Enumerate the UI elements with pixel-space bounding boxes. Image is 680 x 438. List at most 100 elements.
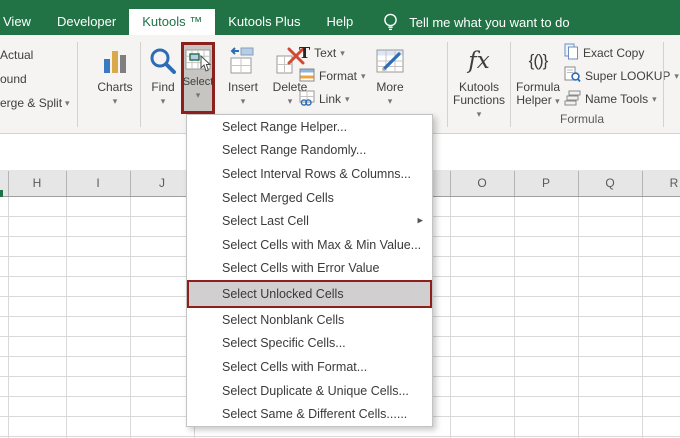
dropdown-arrow-icon: ▾ <box>195 90 201 100</box>
document-magnifier-icon <box>564 66 581 86</box>
tab-help[interactable]: Help <box>313 9 366 35</box>
menu-item-select-interval-rows-columns[interactable]: Select Interval Rows & Columns... <box>187 162 432 186</box>
exact-copy-button[interactable]: Exact Copy <box>564 43 644 63</box>
dropdown-arrow-icon: ▾ <box>112 96 118 106</box>
kutools-functions-label: Kutools Functions ▾ <box>452 80 506 119</box>
gridline <box>514 197 515 438</box>
column-header-p[interactable]: P <box>542 176 550 190</box>
tell-me-box[interactable]: Tell me what you want to do <box>382 9 570 35</box>
text-button[interactable]: T Text ▾ <box>299 43 345 63</box>
menu-item-select-range-randomly[interactable]: Select Range Randomly... <box>187 139 432 163</box>
column-header-q[interactable]: Q <box>605 176 614 190</box>
menu-item-select-range-helper[interactable]: Select Range Helper... <box>187 115 432 139</box>
menu-item-select-cells-with-format[interactable]: Select Cells with Format... <box>187 355 432 379</box>
dropdown-arrow-icon: ▾ <box>674 70 679 81</box>
clipped-left-group: Actual ound erge & Split ▾ <box>0 43 70 115</box>
clipped-item-actual[interactable]: Actual <box>0 43 70 67</box>
group-divider <box>140 42 141 127</box>
dropdown-arrow-icon: ▾ <box>240 96 246 106</box>
gridline <box>450 197 451 438</box>
link-button[interactable]: Link ▾ <box>299 89 350 109</box>
tell-me-label: Tell me what you want to do <box>409 14 570 30</box>
clipped-item-merge-split[interactable]: erge & Split ▾ <box>0 91 70 115</box>
kutools-functions-button[interactable]: fx Kutools Functions ▾ <box>450 42 508 130</box>
link-chain-icon <box>299 90 315 109</box>
menu-item-select-unlocked-cells[interactable]: Select Unlocked Cells <box>187 280 432 308</box>
tab-kutools-plus[interactable]: Kutools Plus <box>215 9 313 35</box>
fx-icon: fx <box>468 48 490 74</box>
menu-item-select-cells-max-min-value[interactable]: Select Cells with Max & Min Value... <box>187 233 432 257</box>
super-lookup-button[interactable]: Super LOOKUP ▾ <box>564 66 679 86</box>
select-cells-icon <box>185 46 212 76</box>
select-button[interactable]: Select ▾ <box>181 42 215 114</box>
charts-label: Charts <box>97 80 133 94</box>
dropdown-arrow-icon: ▾ <box>340 47 345 58</box>
gridline <box>642 197 643 438</box>
name-tools-button[interactable]: Name Tools ▾ <box>564 89 657 109</box>
link-label: Link <box>319 92 342 106</box>
tab-view[interactable]: View <box>0 9 44 35</box>
format-label: Format <box>319 69 358 83</box>
menu-item-select-cells-error-value[interactable]: Select Cells with Error Value <box>187 257 432 281</box>
column-divider <box>8 171 9 196</box>
dropdown-arrow-icon: ▾ <box>652 93 657 104</box>
dropdown-arrow-icon: ▾ <box>476 109 482 119</box>
column-divider <box>642 171 643 196</box>
column-header-i[interactable]: I <box>96 176 99 190</box>
dropdown-arrow-icon: ▾ <box>160 96 166 106</box>
group-divider <box>77 42 78 127</box>
bar-chart-icon <box>100 42 130 80</box>
more-pencil-icon <box>375 42 405 80</box>
gridline <box>66 197 67 438</box>
charts-button[interactable]: Charts ▾ <box>92 42 138 130</box>
column-divider <box>450 171 451 196</box>
group-divider <box>447 42 448 127</box>
select-dropdown-menu: Select Range Helper... Select Range Rand… <box>186 114 433 427</box>
menu-item-select-same-different-cells[interactable]: Select Same & Different Cells...... <box>187 402 432 426</box>
menu-item-select-specific-cells[interactable]: Select Specific Cells... <box>187 331 432 355</box>
insert-cells-icon <box>228 42 258 80</box>
menu-item-select-duplicate-unique-cells[interactable]: Select Duplicate & Unique Cells... <box>187 379 432 403</box>
super-lookup-label: Super LOOKUP <box>585 69 671 83</box>
dropdown-arrow-icon: ▾ <box>555 96 560 106</box>
dropdown-arrow-icon: ▾ <box>361 70 366 81</box>
clipped-item-round[interactable]: ound <box>0 67 70 91</box>
text-T-icon: T <box>299 43 311 62</box>
group-divider <box>510 42 511 127</box>
column-header-j[interactable]: J <box>159 176 165 190</box>
column-divider <box>130 171 131 196</box>
tab-kutools[interactable]: Kutools ™ <box>129 9 216 35</box>
column-divider <box>578 171 579 196</box>
stacked-tags-icon <box>564 90 581 109</box>
column-header-h[interactable]: H <box>33 176 42 190</box>
insert-label: Insert <box>227 80 258 94</box>
menu-item-select-last-cell[interactable]: Select Last Cell ▸ <box>187 209 432 233</box>
two-documents-icon <box>564 43 579 63</box>
group-divider <box>663 42 664 127</box>
formula-helper-label: Formula Helper ▾ <box>515 80 560 107</box>
formula-group-label: Formula <box>559 112 604 126</box>
dropdown-arrow-icon: ▾ <box>65 97 70 108</box>
column-header-o[interactable]: O <box>477 176 486 190</box>
format-button[interactable]: Format ▾ <box>299 66 366 86</box>
find-button[interactable]: Find ▾ <box>144 42 182 130</box>
more-label: More <box>376 80 404 94</box>
magnifier-icon <box>148 42 178 80</box>
tab-developer[interactable]: Developer <box>44 9 129 35</box>
gridline <box>578 197 579 438</box>
gridline <box>130 197 131 438</box>
gridline <box>8 197 9 438</box>
exact-copy-label: Exact Copy <box>583 46 645 60</box>
column-divider <box>66 171 67 196</box>
column-header-r[interactable]: R <box>670 176 679 190</box>
format-stripes-icon <box>299 67 315 86</box>
dropdown-arrow-icon: ▾ <box>387 96 393 106</box>
name-tools-label: Name Tools <box>585 92 649 106</box>
submenu-arrow-icon: ▸ <box>417 214 423 227</box>
find-label: Find <box>151 80 175 94</box>
dropdown-arrow-icon: ▾ <box>345 93 350 104</box>
curly-braces-icon: {()} <box>528 51 549 70</box>
menu-item-select-merged-cells[interactable]: Select Merged Cells <box>187 186 432 210</box>
ribbon-tab-bar: View Developer Kutools ™ Kutools Plus He… <box>0 0 680 35</box>
menu-item-select-nonblank-cells[interactable]: Select Nonblank Cells <box>187 308 432 332</box>
